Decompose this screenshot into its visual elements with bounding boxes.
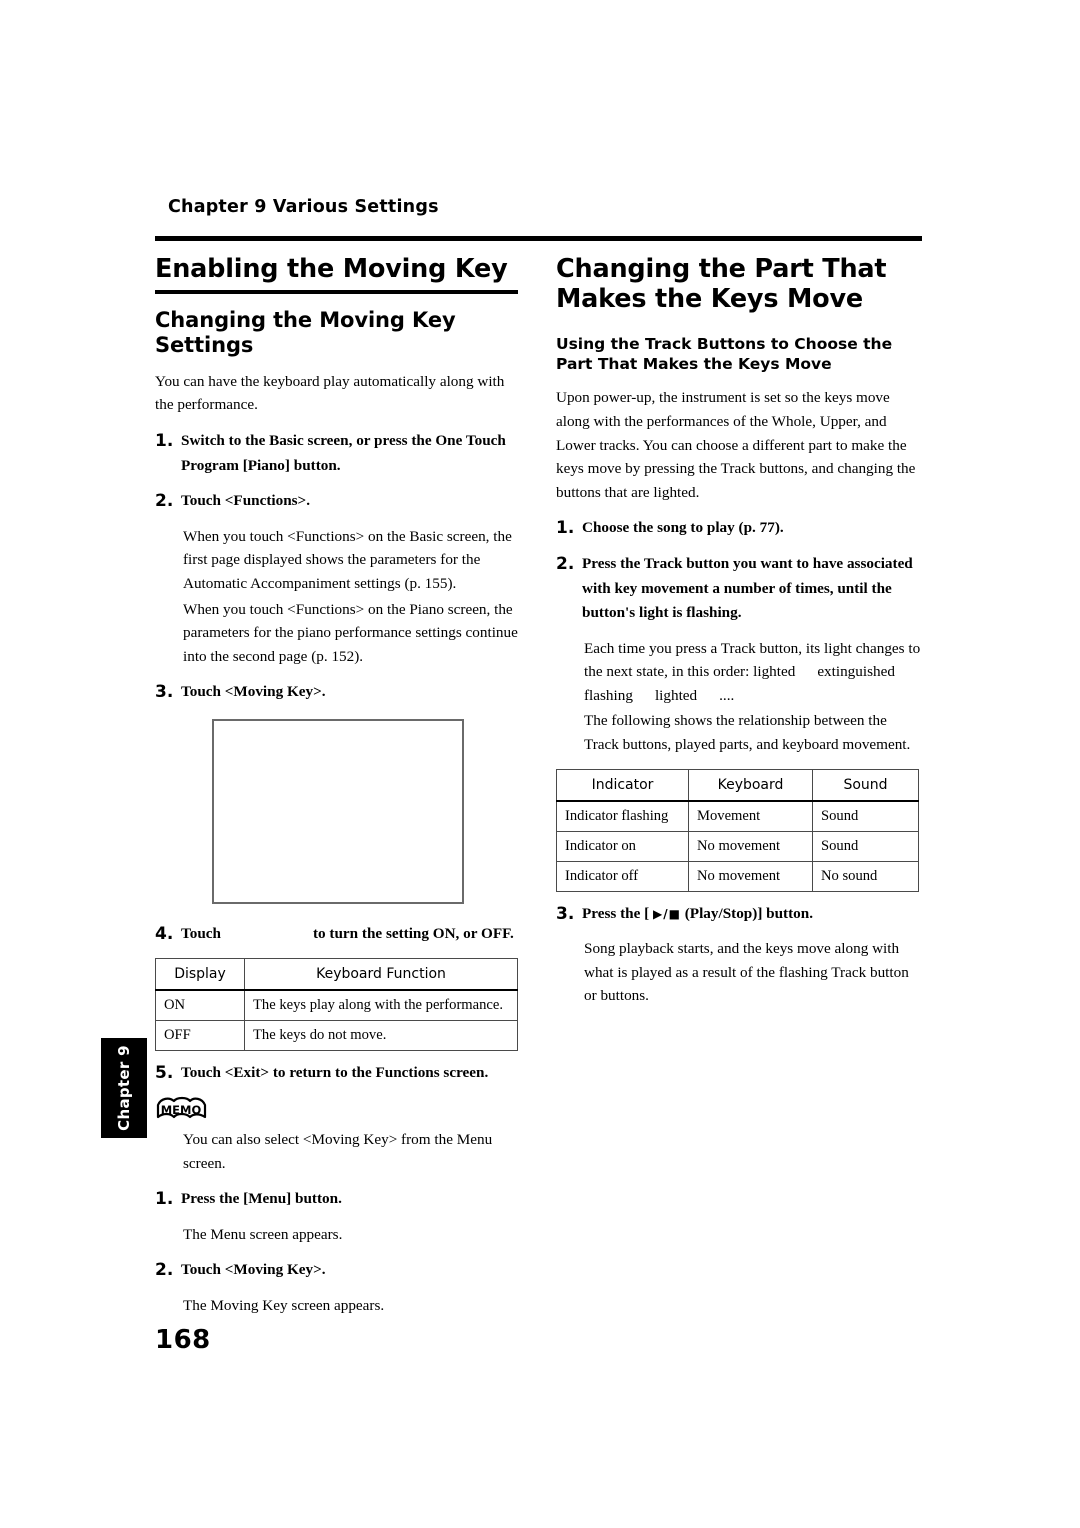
right-step-2-number: 2. [556,553,575,574]
left-step-4: 4. Touch to turn the setting ON, or OFF. [155,922,522,947]
right-step-3: 3. Press the [ ▶/■ (Play/Stop)] button. [556,902,923,927]
left-intro-paragraph: You can have the keyboard play automatic… [155,372,505,414]
table-header-row: Display Keyboard Function [155,957,518,991]
left-step-1-text: Switch to the Basic screen, or press the… [181,432,506,474]
table-cell-sound-1: Sound [812,800,919,832]
state-order-part-2: extinguished [817,663,895,681]
chapter-tab: Chapter 9 [101,1038,147,1138]
right-step-3-body: Song playback starts, and the keys move … [584,940,909,1005]
state-order-part-5: .... [719,686,735,704]
header-rule [155,236,922,241]
table-row: ON The keys play along with the performa… [155,989,518,1021]
left-step-3: 3. Touch <Moving Key>. [155,680,522,705]
memo-step-1-body: The Menu screen appears. [183,1225,343,1243]
table-header-row: Indicator Keyboard Sound [556,768,919,802]
subsection-title-left: Changing the Moving Key Settings [155,307,456,357]
right-step-1-text: Choose the song to play (p. 77). [582,519,784,537]
play-stop-icon: ▶/■ [653,906,681,921]
section-title-right: Changing the Part That Makes the Keys Mo… [556,254,887,314]
state-order-part-4: lighted [654,686,698,704]
right-step-2-body-a: Each time you press a Track button, its … [584,637,923,708]
right-intro-paragraph: Upon power-up, the instrument is set so … [556,389,916,501]
memo-step-1-text: Press the [Menu] button. [181,1190,342,1208]
right-step-2: 2. Press the Track button you want to ha… [556,552,923,626]
left-step-4-text-after: to turn the setting ON, or OFF. [312,924,514,942]
table-cell-keyboard-no-movement-2: No movement [688,860,813,892]
table-row: Indicator on No movement Sound [556,830,919,862]
memo-step-2-text: Touch <Moving Key>. [181,1261,326,1279]
right-column: Changing the Part That Makes the Keys Mo… [556,254,923,1020]
left-step-2: 2. Touch <Functions>. [155,489,522,514]
left-step-2-number: 2. [155,491,174,512]
left-step-3-number: 3. [155,682,174,703]
table-cell-sound-2: Sound [812,830,919,862]
chapter-tab-label: Chapter 9 [115,1045,133,1131]
memo-step-2-body: The Moving Key screen appears. [183,1297,385,1315]
manual-page: Chapter 9 Various Settings Enabling the … [0,0,1080,1528]
table-header-keyboard-function: Keyboard Function [244,957,518,991]
left-step-4-text: Touch to turn the setting ON, or OFF. [181,922,522,947]
table-cell-keyboard-no-movement-1: No movement [688,830,813,862]
section-title-left: Enabling the Moving Key [155,254,508,284]
section-title-underline [155,289,518,294]
table-cell-display-on: ON [155,989,245,1021]
memo-body: You can also select <Moving Key> from th… [183,1131,493,1172]
left-step-2-text: Touch <Functions>. [181,492,311,510]
right-step-3-text-after: (Play/Stop)] button. [684,904,814,922]
table-row: Indicator off No movement No sound [556,860,919,892]
left-step-5-number: 5. [155,1062,174,1083]
right-step-3-text-before: Press the [ [582,904,650,922]
memo-icon: MEMO [155,1096,209,1122]
table-header-display: Display [155,957,245,991]
right-step-2-text: Press the Track button you want to have … [582,554,913,622]
display-function-table: Display Keyboard Function ON The keys pl… [155,957,518,1051]
right-step-2-body-b: The following shows the relationship bet… [584,712,911,753]
table-cell-indicator-on: Indicator on [556,830,689,862]
table-cell-no-sound: No sound [812,860,919,892]
screen-illustration-placeholder [212,718,464,904]
right-step-3-text: Press the [ ▶/■ (Play/Stop)] button. [582,902,923,927]
table-header-sound: Sound [812,768,919,802]
page-number: 168 [155,1325,211,1355]
table-header-indicator: Indicator [556,768,689,802]
left-step-5-text: Touch <Exit> to return to the Functions … [181,1063,489,1081]
state-order-part-3: flashing [584,686,633,704]
left-step-4-text-before: Touch [181,924,221,942]
table-header-keyboard: Keyboard [688,768,813,802]
table-cell-indicator-flashing: Indicator flashing [556,800,689,832]
left-column: Enabling the Moving Key Changing the Mov… [155,255,522,1330]
memo-step-1-number: 1. [155,1189,174,1210]
indicator-keyboard-sound-table: Indicator Keyboard Sound Indicator flash… [556,768,919,892]
left-step-2-body-b: When you touch <Functions> on the Piano … [183,600,518,665]
left-step-1: 1. Switch to the Basic screen, or press … [155,429,522,478]
table-row: Indicator flashing Movement Sound [556,800,919,832]
right-step-1-number: 1. [556,518,575,539]
memo-step-2: 2. Touch <Moving Key>. [155,1258,522,1283]
left-step-3-text: Touch <Moving Key>. [181,683,326,701]
memo-step-1: 1. Press the [Menu] button. [155,1187,522,1212]
table-cell-display-off: OFF [155,1019,245,1051]
svg-text:MEMO: MEMO [161,1103,202,1117]
table-cell-function-on: The keys play along with the performance… [244,989,518,1021]
table-cell-keyboard-movement: Movement [688,800,813,832]
table-row: OFF The keys do not move. [155,1019,518,1051]
table-cell-indicator-off: Indicator off [556,860,689,892]
left-step-1-number: 1. [155,431,174,452]
subsection-title-right: Using the Track Buttons to Choose the Pa… [556,335,893,374]
left-step-4-number: 4. [155,923,174,944]
left-step-2-body-a: When you touch <Functions> on the Basic … [183,527,512,593]
running-head: Chapter 9 Various Settings [168,197,439,217]
right-step-1: 1. Choose the song to play (p. 77). [556,516,923,541]
memo-step-2-number: 2. [155,1260,174,1281]
right-step-3-number: 3. [556,903,575,924]
left-step-5: 5. Touch <Exit> to return to the Functio… [155,1061,522,1086]
table-cell-function-off: The keys do not move. [244,1019,518,1051]
